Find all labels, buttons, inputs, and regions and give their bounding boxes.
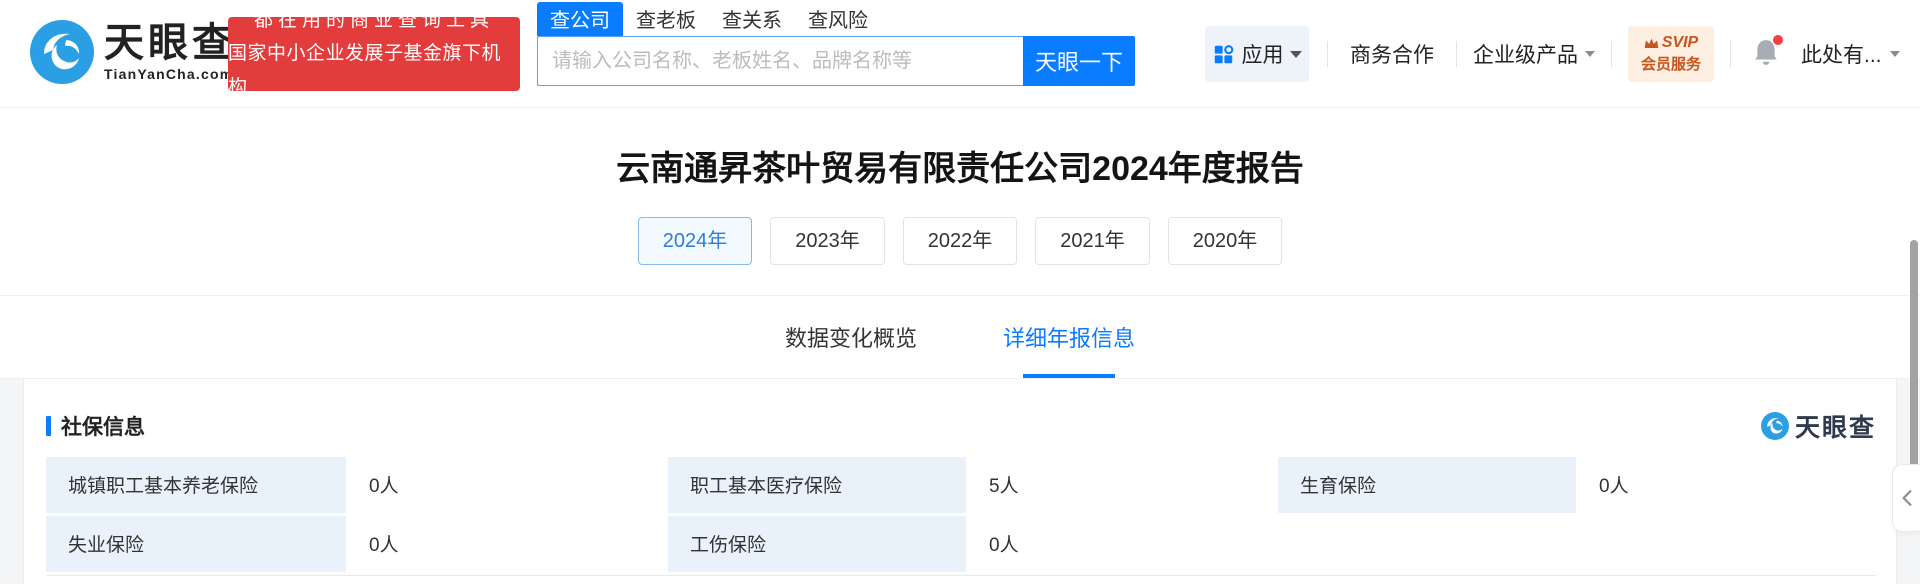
year-tab[interactable]: 2021年 — [1035, 217, 1150, 265]
search-block: 查公司查老板查关系查风险 天眼一下 — [537, 10, 1135, 86]
search-tab[interactable]: 查风险 — [808, 2, 868, 36]
search-input[interactable] — [537, 36, 1023, 86]
content-area: 社保信息 天眼查 城镇职工基本养老保险0人职工基本医疗保险5人生育保险0人失业保… — [0, 379, 1920, 584]
logo-text: 天眼查 TianYanCha.com — [104, 22, 236, 82]
cell-value: 0人 — [969, 516, 1275, 572]
chevron-left-icon — [1900, 489, 1914, 507]
apps-grid-icon — [1213, 44, 1234, 65]
table-row: 失业保险0人工伤保险0人 — [46, 516, 1876, 572]
nav-cooperation[interactable]: 商务合作 — [1350, 39, 1434, 69]
cell-label: 生育保险 — [1278, 457, 1576, 513]
social-insurance-table: 城镇职工基本养老保险0人职工基本医疗保险5人生育保险0人失业保险0人工伤保险0人 — [46, 457, 1876, 576]
nav-enterprise-products[interactable]: 企业级产品 — [1473, 39, 1595, 69]
search-button[interactable]: 天眼一下 — [1023, 36, 1135, 86]
cell-value: 0人 — [349, 457, 665, 513]
cell-empty — [1579, 516, 1876, 572]
chevron-down-icon — [1290, 51, 1302, 58]
search-tab[interactable]: 查关系 — [722, 2, 782, 36]
section-header: 社保信息 天眼查 — [46, 409, 1876, 443]
year-tab[interactable]: 2023年 — [770, 217, 885, 265]
svip-sublabel: 会员服务 — [1641, 53, 1701, 74]
side-panel-toggle[interactable] — [1892, 464, 1920, 532]
user-name: 此处有... — [1801, 39, 1882, 69]
section-marker — [46, 416, 51, 436]
year-tab[interactable]: 2022年 — [903, 217, 1018, 265]
svip-membership-button[interactable]: SVIP 会员服务 — [1628, 26, 1714, 82]
year-tab[interactable]: 2020年 — [1168, 217, 1283, 265]
slogan-line1: 都在用的商业查询工具 — [254, 4, 494, 37]
search-tab[interactable]: 查老板 — [636, 2, 696, 36]
divider — [1730, 41, 1731, 67]
cell-label: 职工基本医疗保险 — [668, 457, 966, 513]
cell-empty — [1278, 516, 1576, 572]
tianyancha-logo-icon — [30, 20, 94, 84]
watermark-logo: 天眼查 — [1761, 408, 1876, 444]
year-tab[interactable]: 2024年 — [638, 217, 753, 265]
divider — [1327, 41, 1328, 67]
divider — [1456, 41, 1457, 67]
table-row: 城镇职工基本养老保险0人职工基本医疗保险5人生育保险0人 — [46, 457, 1876, 513]
cell-value: 0人 — [349, 516, 665, 572]
divider — [1611, 41, 1612, 67]
chevron-down-icon — [1585, 51, 1595, 57]
cell-label: 城镇职工基本养老保险 — [46, 457, 346, 513]
annual-report-card: 社保信息 天眼查 城镇职工基本养老保险0人职工基本医疗保险5人生育保险0人失业保… — [23, 379, 1897, 584]
search-row: 天眼一下 — [537, 36, 1135, 86]
page: 天眼查 TianYanCha.com 都在用的商业查询工具 国家中小企业发展子基… — [0, 0, 1920, 585]
cell-label: 失业保险 — [46, 516, 346, 572]
chevron-down-icon — [1890, 51, 1900, 57]
search-tabs: 查公司查老板查关系查风险 — [537, 10, 1135, 36]
report-tab[interactable]: 详细年报信息 — [999, 296, 1139, 378]
search-tab[interactable]: 查公司 — [537, 2, 623, 36]
page-title: 云南通昇茶叶贸易有限责任公司2024年度报告 — [0, 148, 1920, 191]
slogan-line2: 国家中小企业发展子基金旗下机构 — [228, 37, 520, 104]
header: 天眼查 TianYanCha.com 都在用的商业查询工具 国家中小企业发展子基… — [0, 0, 1920, 108]
report-tabs: 数据变化概览详细年报信息 — [0, 296, 1920, 379]
slogan-banner: 都在用的商业查询工具 国家中小企业发展子基金旗下机构 — [228, 17, 520, 91]
watermark-brand: 天眼查 — [1795, 408, 1876, 444]
enterprise-label: 企业级产品 — [1473, 39, 1578, 69]
tianyancha-logo[interactable]: 天眼查 TianYanCha.com — [30, 20, 236, 84]
cell-value: 5人 — [969, 457, 1275, 513]
year-tabs: 2024年 2023年 2022年 2021年 2020年 — [0, 217, 1920, 265]
cell-label: 工伤保险 — [668, 516, 966, 572]
header-nav: 应用 商务合作 企业级产品 SVIP 会员服务 — [1205, 25, 1900, 83]
user-menu[interactable]: 此处有... — [1801, 39, 1900, 69]
cell-value: 0人 — [1579, 457, 1876, 513]
notification-dot — [1773, 35, 1783, 45]
report-header: 云南通昇茶叶贸易有限责任公司2024年度报告 2024年2023年2022年20… — [0, 108, 1920, 296]
logo-domain: TianYanCha.com — [104, 66, 236, 82]
crown-icon — [1644, 37, 1659, 50]
tianyancha-watermark-icon — [1761, 412, 1789, 440]
logo-brand: 天眼查 — [104, 22, 236, 64]
notifications-button[interactable] — [1753, 38, 1779, 71]
apps-button[interactable]: 应用 — [1205, 26, 1309, 82]
scrollbar-thumb[interactable] — [1910, 240, 1918, 480]
active-tab-underline — [1023, 374, 1115, 378]
section-title: 社保信息 — [61, 411, 145, 441]
svip-label: SVIP — [1662, 34, 1698, 52]
apps-label: 应用 — [1242, 39, 1284, 69]
report-tab[interactable]: 数据变化概览 — [781, 296, 921, 378]
